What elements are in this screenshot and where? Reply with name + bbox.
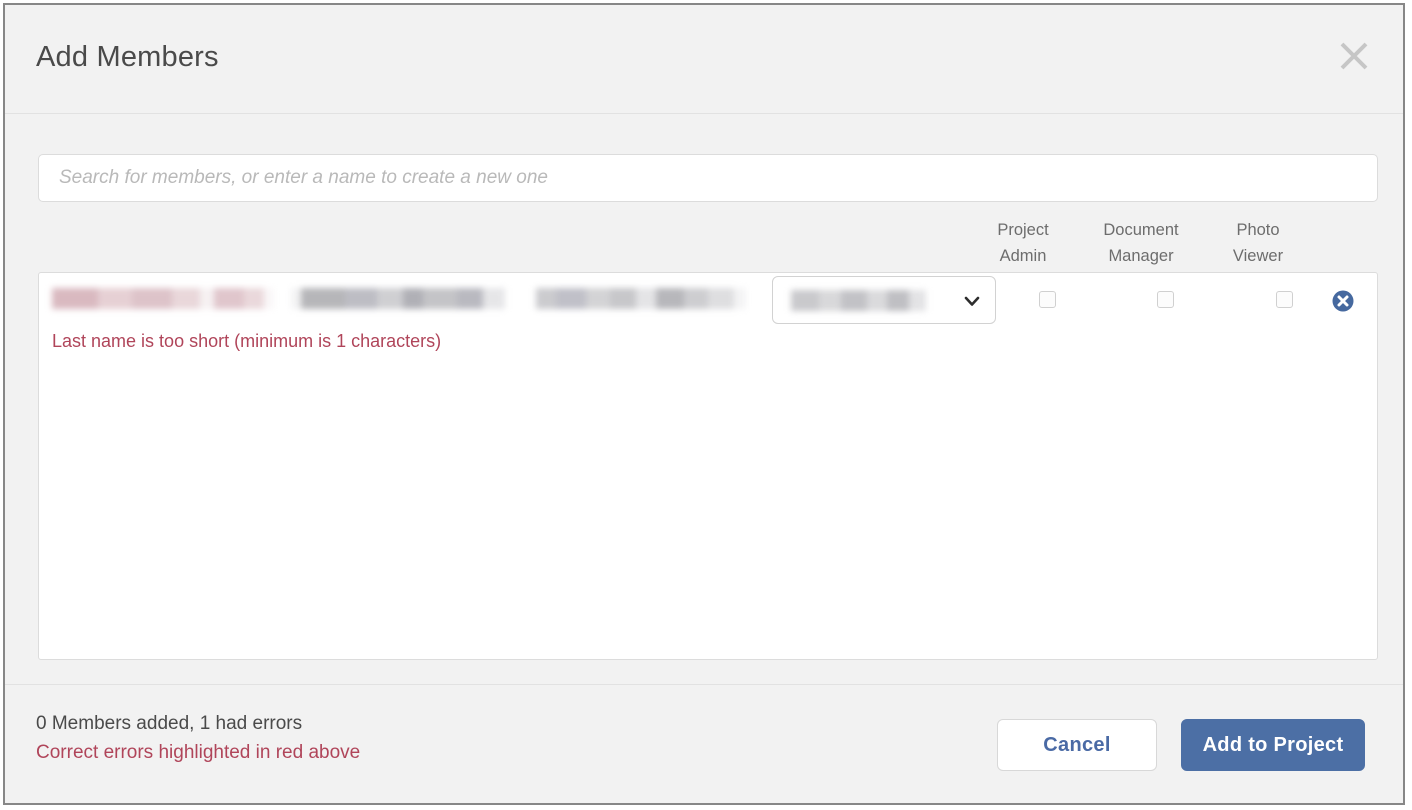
status-summary: 0 Members added, 1 had errors — [36, 713, 360, 735]
search-input[interactable] — [57, 166, 1359, 190]
member-list-panel: Last name is too short (minimum is 1 cha… — [38, 272, 1378, 660]
member-secondary-field[interactable] — [536, 288, 746, 309]
status-error-hint: Correct errors highlighted in red above — [36, 742, 360, 764]
footer-status: 0 Members added, 1 had errors Correct er… — [36, 713, 360, 764]
checkbox-document-manager[interactable] — [1157, 291, 1174, 308]
search-field-wrapper[interactable] — [38, 154, 1378, 202]
cancel-button[interactable]: Cancel — [997, 719, 1157, 771]
column-header-line2: Manager — [1076, 244, 1206, 270]
dialog-body: Project Admin Document Manager Photo Vie… — [5, 114, 1403, 684]
checkbox-project-admin[interactable] — [1039, 291, 1056, 308]
member-email-field[interactable] — [291, 288, 505, 309]
footer-actions: Cancel Add to Project — [997, 719, 1365, 771]
role-select-value — [791, 290, 926, 311]
dialog-footer: 0 Members added, 1 had errors Correct er… — [5, 684, 1403, 803]
table-row: Last name is too short (minimum is 1 cha… — [39, 273, 1377, 331]
row-error-message: Last name is too short (minimum is 1 cha… — [52, 331, 441, 352]
chevron-down-icon — [962, 291, 982, 311]
dialog-header: Add Members — [5, 5, 1403, 114]
column-header-line2: Viewer — [1193, 244, 1323, 270]
add-members-dialog: Add Members Project Admin Document Manag… — [3, 3, 1405, 805]
add-to-project-button[interactable]: Add to Project — [1181, 719, 1365, 771]
column-header-photo-viewer: Photo Viewer — [1193, 218, 1323, 269]
column-header-document-manager: Document Manager — [1076, 218, 1206, 269]
column-header-line2: Admin — [958, 244, 1088, 270]
column-header-line1: Document — [1076, 218, 1206, 244]
member-name-field[interactable] — [52, 288, 274, 309]
close-icon[interactable] — [1331, 33, 1377, 79]
role-select[interactable] — [772, 276, 996, 324]
remove-circle-icon[interactable] — [1332, 290, 1354, 312]
checkbox-photo-viewer[interactable] — [1276, 291, 1293, 308]
permission-column-headers: Project Admin Document Manager Photo Vie… — [38, 214, 1378, 272]
column-header-project-admin: Project Admin — [958, 218, 1088, 269]
column-header-line1: Photo — [1193, 218, 1323, 244]
page-title: Add Members — [36, 41, 219, 74]
column-header-line1: Project — [958, 218, 1088, 244]
